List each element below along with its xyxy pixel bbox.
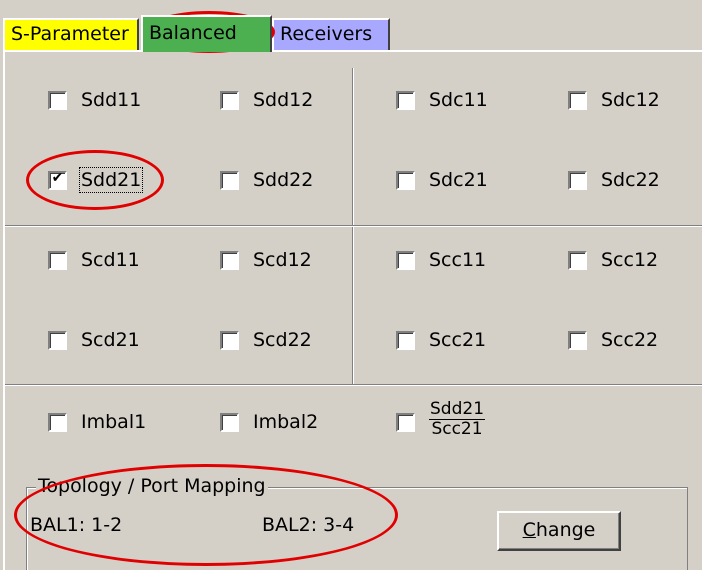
checkbox-sdd12[interactable] — [220, 91, 239, 110]
check-icon — [570, 90, 585, 105]
checkbox-scd12[interactable] — [220, 251, 239, 270]
checkbox-ratio[interactable] — [396, 413, 415, 432]
label-sdd11: Sdd11 — [81, 89, 142, 111]
label-sdd21: Sdd21 — [78, 167, 144, 193]
check-icon — [222, 170, 237, 185]
check-icon — [222, 90, 237, 105]
checkbox-imbal1[interactable] — [48, 413, 67, 432]
tab-receivers-label: Receivers — [280, 23, 373, 45]
tab-balanced-label: Balanced — [149, 22, 237, 44]
checkbox-scc11[interactable] — [396, 251, 415, 270]
checkbox-scc21[interactable] — [396, 331, 415, 350]
label-sdc11: Sdc11 — [429, 89, 488, 111]
label-sdd22: Sdd22 — [253, 169, 314, 191]
checkmark-icon: ✔ — [51, 170, 64, 186]
panel-border-left — [3, 50, 5, 570]
check-icon — [398, 250, 413, 265]
check-icon — [398, 170, 413, 185]
check-icon — [398, 90, 413, 105]
checkbox-sdd22[interactable] — [220, 171, 239, 190]
tab-balanced[interactable]: Balanced — [141, 15, 272, 52]
label-imbal2: Imbal2 — [253, 411, 319, 433]
label-sdc12: Sdc12 — [601, 89, 660, 111]
check-icon — [50, 90, 65, 105]
label-scd11: Scd11 — [81, 249, 140, 271]
label-imbal1: Imbal1 — [81, 411, 147, 433]
check-icon — [398, 412, 413, 427]
label-scc21: Scc21 — [429, 329, 487, 351]
checkbox-sdc21[interactable] — [396, 171, 415, 190]
bal2-mapping: BAL2: 3-4 — [262, 514, 355, 536]
checkbox-sdc12[interactable] — [568, 91, 587, 110]
checkbox-imbal2[interactable] — [220, 413, 239, 432]
grid-divider-bottom — [5, 384, 702, 386]
label-scc22: Scc22 — [601, 329, 659, 351]
change-button-accelerator: C — [522, 519, 536, 541]
checkbox-sdd21[interactable]: ✔ — [48, 170, 67, 190]
check-icon — [222, 330, 237, 345]
ratio-fraction: Sdd21 Scc21 — [429, 399, 486, 439]
label-scc12: Scc12 — [601, 249, 659, 271]
check-icon — [222, 412, 237, 427]
check-icon — [398, 330, 413, 345]
checkbox-scc12[interactable] — [568, 251, 587, 270]
checkbox-scd11[interactable] — [48, 251, 67, 270]
checkbox-sdd11[interactable] — [48, 91, 67, 110]
label-scd21: Scd21 — [81, 329, 140, 351]
check-icon — [50, 250, 65, 265]
tab-receivers[interactable]: Receivers — [272, 18, 390, 50]
checkbox-sdc11[interactable] — [396, 91, 415, 110]
checkbox-scd22[interactable] — [220, 331, 239, 350]
checkbox-sdc22[interactable] — [568, 171, 587, 190]
topology-title: Topology / Port Mapping — [36, 475, 268, 497]
change-button[interactable]: Change — [497, 511, 621, 551]
tab-s-parameter[interactable]: S-Parameter — [3, 18, 139, 50]
label-scd22: Scd22 — [253, 329, 312, 351]
check-icon — [222, 250, 237, 265]
grid-divider-middle — [5, 225, 702, 227]
label-scd12: Scd12 — [253, 249, 312, 271]
check-icon — [570, 250, 585, 265]
tab-s-parameter-label: S-Parameter — [11, 23, 129, 45]
checkbox-scc22[interactable] — [568, 331, 587, 350]
label-scc11: Scc11 — [429, 249, 487, 271]
label-sdc22: Sdc22 — [601, 169, 660, 191]
change-button-label: hange — [535, 519, 596, 541]
check-icon — [50, 412, 65, 427]
panel-border-top — [3, 50, 702, 52]
label-sdd12: Sdd12 — [253, 89, 314, 111]
check-icon — [50, 330, 65, 345]
ratio-numerator: Sdd21 — [429, 399, 486, 420]
check-icon — [570, 170, 585, 185]
check-icon — [570, 330, 585, 345]
bal1-mapping: BAL1: 1-2 — [30, 514, 123, 536]
checkbox-scd21[interactable] — [48, 331, 67, 350]
label-sdc21: Sdc21 — [429, 169, 488, 191]
ratio-denominator: Scc21 — [431, 419, 483, 439]
